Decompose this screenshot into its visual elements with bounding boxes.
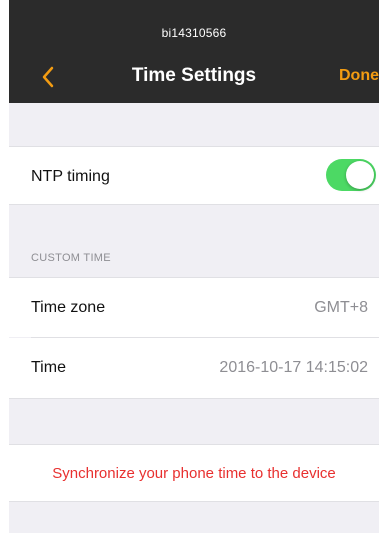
ntp-timing-row: NTP timing xyxy=(9,147,379,205)
time-zone-value: GMT+8 xyxy=(314,299,368,316)
time-row[interactable]: Time 2016-10-17 14:15:02 xyxy=(9,338,379,399)
page-title: Time Settings xyxy=(131,65,257,86)
navigation-bar: bi14310566 Time Settings Done xyxy=(9,0,379,103)
ntp-timing-toggle[interactable] xyxy=(326,159,376,191)
time-value: 2016-10-17 14:15:02 xyxy=(219,359,368,376)
ntp-timing-label: NTP timing xyxy=(31,168,110,185)
time-zone-row[interactable]: Time zone GMT+8 xyxy=(9,277,379,337)
time-label: Time xyxy=(31,359,66,376)
toggle-knob xyxy=(346,161,374,189)
time-settings-screen: bi14310566 Time Settings Done NTP timing… xyxy=(9,0,379,533)
section-spacer xyxy=(9,103,379,147)
custom-time-header: CUSTOM TIME xyxy=(31,252,111,264)
sync-phone-time-label: Synchronize your phone time to the devic… xyxy=(52,465,336,482)
done-button[interactable]: Done xyxy=(339,67,379,85)
device-id: bi14310566 xyxy=(161,26,227,40)
sync-phone-time-button[interactable]: Synchronize your phone time to the devic… xyxy=(9,444,379,502)
time-zone-label: Time zone xyxy=(31,299,106,316)
